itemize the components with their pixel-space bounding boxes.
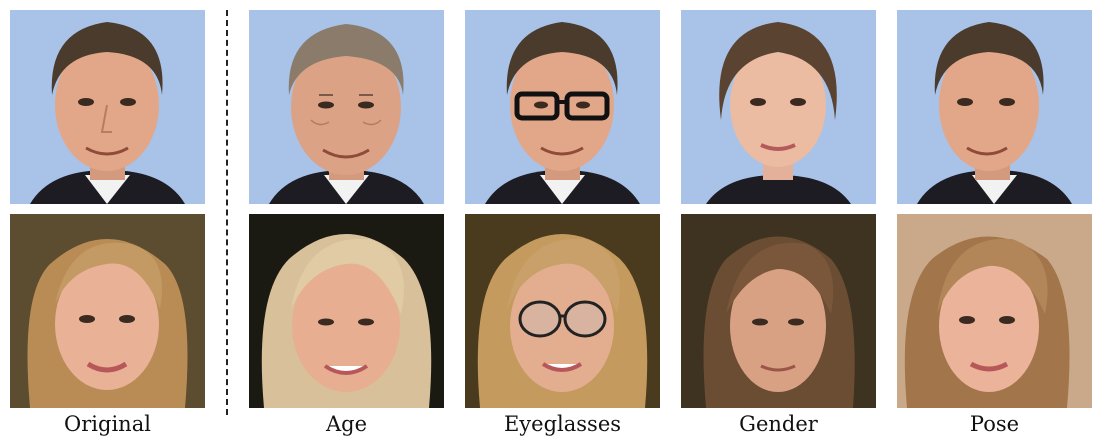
image-woman-age (249, 214, 444, 408)
image-woman-original (10, 214, 205, 408)
image-man-pose (897, 10, 1092, 204)
label-pose: Pose (969, 412, 1020, 436)
label-age: Age (325, 412, 368, 436)
image-woman-pose (897, 214, 1092, 408)
image-man-age (249, 10, 444, 204)
image-woman-gender (681, 214, 876, 408)
label-eyeglasses: Eyeglasses (503, 412, 622, 436)
image-man-eyeglasses (465, 10, 660, 204)
image-woman-eyeglasses (465, 214, 660, 408)
label-original: Original (64, 412, 151, 436)
label-gender: Gender (739, 412, 818, 436)
separator-dashed-line (226, 10, 228, 415)
image-man-original (10, 10, 205, 204)
image-man-gender (681, 10, 876, 204)
